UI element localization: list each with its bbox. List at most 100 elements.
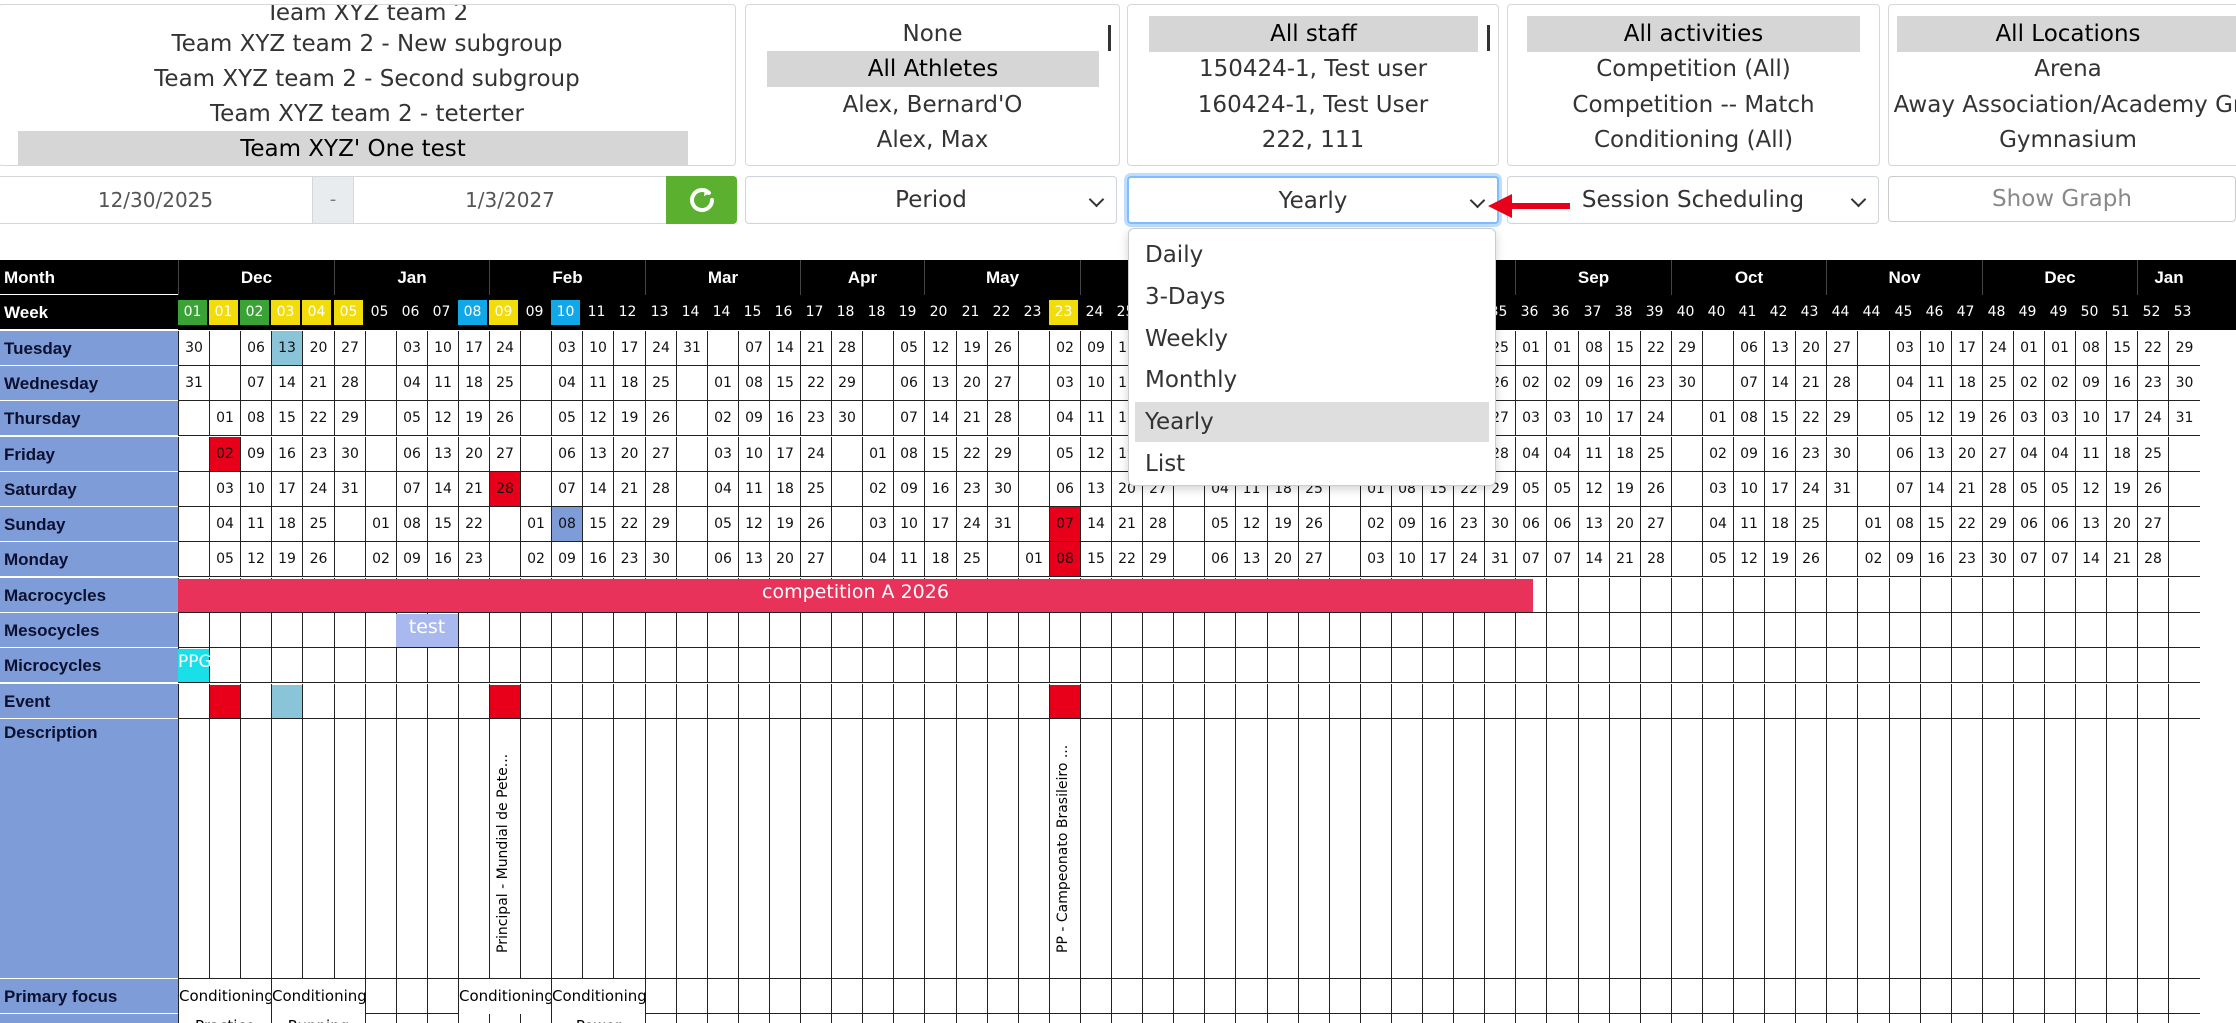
week-number[interactable]: 45: [1889, 300, 1918, 325]
day-cell[interactable]: 24: [1640, 401, 1671, 436]
day-cell[interactable]: 15: [769, 366, 800, 401]
day-cell[interactable]: 07: [1515, 542, 1546, 577]
day-cell[interactable]: 17: [1422, 542, 1453, 577]
day-cell[interactable]: 03: [862, 507, 893, 542]
day-cell[interactable]: 04: [1546, 437, 1578, 472]
athletes-option[interactable]: Alex, Max: [746, 122, 1119, 158]
day-cell[interactable]: 15: [1080, 542, 1111, 577]
day-cell[interactable]: 10: [427, 331, 458, 366]
plan-cell[interactable]: [1142, 719, 1173, 979]
day-cell[interactable]: 21: [1795, 366, 1826, 401]
day-cell[interactable]: 01: [707, 366, 738, 401]
plan-cell[interactable]: [2044, 613, 2075, 648]
day-cell[interactable]: 11: [2075, 437, 2106, 472]
week-number[interactable]: 12: [613, 300, 642, 325]
plan-cell[interactable]: [1951, 979, 1982, 1014]
day-cell[interactable]: 08: [240, 401, 271, 436]
day-cell[interactable]: 07: [738, 331, 769, 366]
plan-cell[interactable]: [1609, 1014, 1640, 1023]
plan-cell[interactable]: [924, 613, 956, 648]
plan-cell[interactable]: [1111, 1014, 1142, 1023]
day-cell[interactable]: 20: [1951, 437, 1982, 472]
day-cell[interactable]: 25: [956, 542, 987, 577]
day-cell[interactable]: [676, 472, 707, 507]
plan-cell[interactable]: [1235, 1014, 1267, 1023]
day-cell[interactable]: 20: [613, 437, 645, 472]
plan-cell[interactable]: [956, 613, 987, 648]
week-number[interactable]: 04: [302, 300, 331, 325]
athletes-option[interactable]: Alex, Bernard'O: [746, 87, 1119, 123]
week-number[interactable]: 01: [178, 300, 207, 325]
plan-cell[interactable]: [1235, 613, 1267, 648]
event-cell[interactable]: [520, 684, 551, 719]
plan-cell[interactable]: [924, 1014, 956, 1023]
day-cell[interactable]: [489, 507, 520, 542]
plan-cell[interactable]: [271, 613, 302, 648]
day-cell[interactable]: 29: [1671, 331, 1702, 366]
day-cell[interactable]: 30: [2168, 366, 2200, 401]
day-cell[interactable]: 04: [862, 542, 893, 577]
primary-focus-cell[interactable]: Conditioning: [551, 979, 647, 1014]
plan-cell[interactable]: [1546, 1014, 1578, 1023]
day-cell[interactable]: 07: [893, 401, 924, 436]
plan-cell[interactable]: [769, 1014, 800, 1023]
plan-cell[interactable]: [1235, 719, 1267, 979]
plan-cell[interactable]: [987, 648, 1018, 683]
day-cell[interactable]: [862, 366, 893, 401]
day-cell[interactable]: 17: [924, 507, 956, 542]
plan-cell[interactable]: [1049, 979, 1080, 1014]
day-cell[interactable]: 27: [1982, 437, 2013, 472]
plan-cell[interactable]: [1049, 613, 1080, 648]
day-cell[interactable]: 20: [769, 542, 800, 577]
event-cell[interactable]: [582, 684, 613, 719]
day-cell[interactable]: 27: [489, 437, 520, 472]
activities-option[interactable]: All activities: [1527, 16, 1860, 52]
plan-cell[interactable]: [1453, 1014, 1484, 1023]
plan-cell[interactable]: [1609, 648, 1640, 683]
day-cell[interactable]: 21: [458, 472, 489, 507]
plan-cell[interactable]: [1702, 648, 1733, 683]
day-cell[interactable]: 08: [2075, 331, 2106, 366]
plan-cell[interactable]: [1920, 719, 1951, 979]
plan-cell[interactable]: [1764, 719, 1795, 979]
plan-cell[interactable]: [365, 648, 396, 683]
day-cell[interactable]: 13: [1080, 472, 1111, 507]
plan-cell[interactable]: [1111, 613, 1142, 648]
day-cell[interactable]: 10: [2075, 401, 2106, 436]
plan-cell[interactable]: [2013, 613, 2044, 648]
day-cell[interactable]: 19: [769, 507, 800, 542]
plan-cell[interactable]: [862, 648, 893, 683]
day-cell[interactable]: 06: [1515, 507, 1546, 542]
event-cell[interactable]: [707, 684, 738, 719]
plan-cell[interactable]: [1267, 648, 1298, 683]
staff-option[interactable]: 222, 111: [1128, 122, 1498, 158]
plan-cell[interactable]: [178, 719, 209, 979]
day-cell[interactable]: 27: [1298, 542, 1329, 577]
event-cell[interactable]: [1546, 684, 1578, 719]
plan-cell[interactable]: [862, 979, 893, 1014]
plan-cell[interactable]: [551, 719, 582, 979]
day-cell[interactable]: 22: [2137, 331, 2168, 366]
plan-cell[interactable]: [1173, 613, 1204, 648]
day-cell[interactable]: 14: [2075, 542, 2106, 577]
plan-cell[interactable]: [1671, 648, 1702, 683]
day-cell[interactable]: 26: [800, 507, 831, 542]
plan-cell[interactable]: [2013, 1014, 2044, 1023]
plan-cell[interactable]: [924, 979, 956, 1014]
plan-cell[interactable]: [1733, 979, 1764, 1014]
plan-cell[interactable]: [1702, 979, 1733, 1014]
plan-cell[interactable]: [1982, 719, 2013, 979]
event-cell[interactable]: [800, 684, 831, 719]
week-number[interactable]: 39: [1640, 300, 1669, 325]
day-cell[interactable]: 15: [924, 437, 956, 472]
day-cell[interactable]: 28: [831, 331, 862, 366]
secondary-focus-cell[interactable]: Running: [271, 1014, 365, 1023]
plan-cell[interactable]: [1982, 613, 2013, 648]
day-cell[interactable]: 06: [1733, 331, 1764, 366]
day-cell[interactable]: 13: [1920, 437, 1951, 472]
day-cell[interactable]: 19: [956, 331, 987, 366]
day-cell[interactable]: [1826, 507, 1857, 542]
plan-cell[interactable]: [1920, 1014, 1951, 1023]
plan-cell[interactable]: [1298, 613, 1329, 648]
event-cell[interactable]: [1889, 684, 1920, 719]
